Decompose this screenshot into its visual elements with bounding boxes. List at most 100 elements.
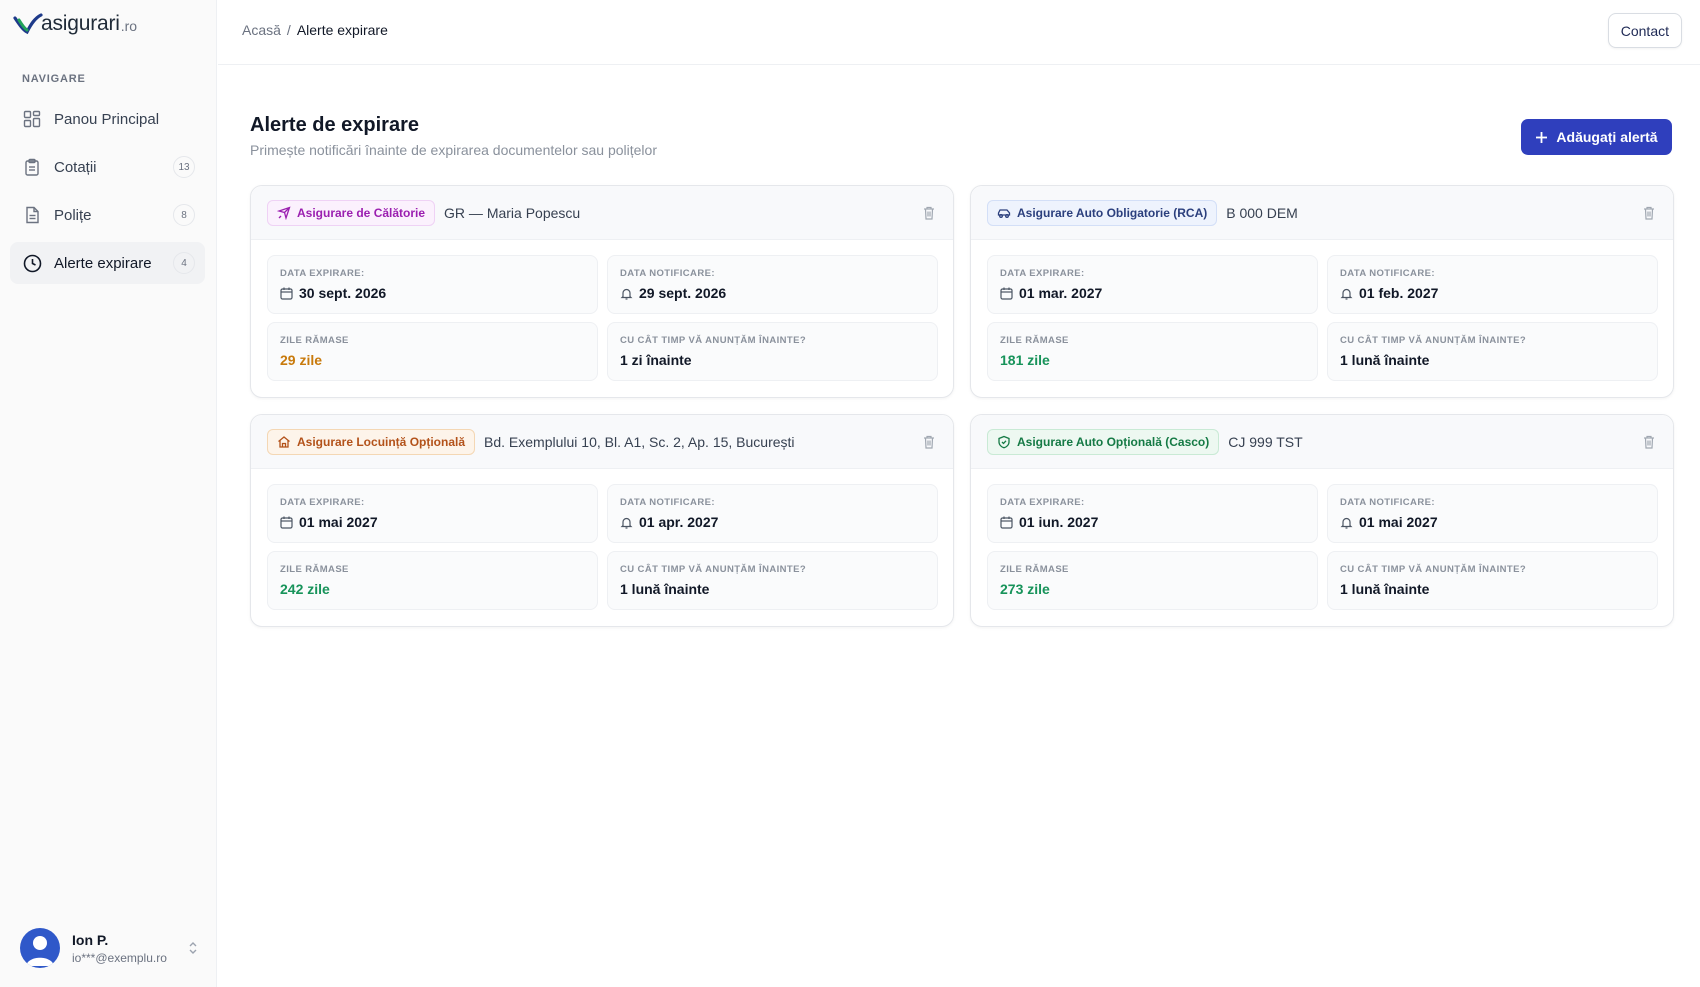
advance-notice-value: 1 lună înainte	[620, 581, 710, 597]
plus-icon	[1536, 131, 1548, 143]
insurance-type-label: Asigurare de Călătorie	[297, 205, 426, 220]
bell-icon	[620, 517, 633, 529]
user-menu[interactable]: Ion P. io***@exemplu.ro	[20, 928, 200, 968]
expiry-date-row: 01 iun. 2027	[1000, 514, 1305, 530]
logo[interactable]: asigurari .ro	[13, 10, 137, 38]
alert-details: DATA EXPIRARE: 01 mar. 2027 DATA NOTIFIC…	[971, 240, 1673, 396]
alert-subject: GR — Maria Popescu	[444, 204, 581, 221]
user-icon	[26, 936, 54, 966]
notify-date-value: 29 sept. 2026	[639, 285, 727, 301]
home-icon	[278, 435, 290, 448]
alert-card: Asigurare Auto Opțională (Casco) CJ 999 …	[970, 414, 1674, 627]
days-left-value: 181 zile	[1000, 352, 1050, 368]
expiry-date-label: DATA EXPIRARE:	[1000, 497, 1085, 508]
shield-icon	[998, 435, 1010, 448]
advance-notice-label: CU CÂT TIMP VĂ ANUNȚĂM ÎNAINTE?	[1340, 335, 1527, 346]
notify-date-row: 01 apr. 2027	[620, 514, 925, 530]
notify-date-cell: DATA NOTIFICARE: 01 apr. 2027	[607, 484, 938, 543]
days-left-label: ZILE RĂMASE	[280, 564, 349, 575]
expiry-date-value: 01 mar. 2027	[1019, 285, 1103, 301]
sidebar-item-label: Cotații	[54, 158, 97, 176]
insurance-type-label: Asigurare Auto Obligatorie (RCA)	[1017, 205, 1208, 220]
advance-notice-cell: CU CÂT TIMP VĂ ANUNȚĂM ÎNAINTE? 1 lună î…	[1327, 322, 1658, 381]
expiry-date-cell: DATA EXPIRARE: 01 mai 2027	[267, 484, 598, 543]
advance-notice-cell: CU CÂT TIMP VĂ ANUNȚĂM ÎNAINTE? 1 lună î…	[607, 551, 938, 610]
insurance-type-label: Asigurare Auto Opțională (Casco)	[1017, 434, 1210, 449]
days-left-cell: ZILE RĂMASE 273 zile	[987, 551, 1318, 610]
expiry-date-label: DATA EXPIRARE:	[1000, 268, 1085, 279]
insurance-type-tag: Asigurare Locuință Opțională	[267, 428, 476, 455]
advance-notice-cell: CU CÂT TIMP VĂ ANUNȚĂM ÎNAINTE? 1 zi îna…	[607, 322, 938, 381]
expiry-date-value: 01 mai 2027	[299, 514, 378, 530]
clipboard-icon	[22, 157, 42, 177]
notify-date-cell: DATA NOTIFICARE: 01 mai 2027	[1327, 484, 1658, 543]
count-badge: 13	[173, 156, 195, 178]
notify-date-value: 01 mai 2027	[1359, 514, 1438, 530]
add-alert-label: Adăugați alertă	[1556, 129, 1658, 145]
expiry-date-cell: DATA EXPIRARE: 01 mar. 2027	[987, 255, 1318, 314]
sidebar-item-alerte-expirare[interactable]: Alerte expirare 4	[10, 242, 205, 284]
car-icon	[997, 208, 1011, 218]
plane-icon	[277, 205, 291, 220]
user-email: io***@exemplu.ro	[72, 950, 167, 965]
notify-date-label: DATA NOTIFICARE:	[1340, 268, 1435, 279]
advance-notice-value: 1 lună înainte	[1340, 581, 1430, 597]
insurance-type-label: Asigurare Locuință Opțională	[297, 434, 466, 449]
calendar-icon	[1000, 516, 1013, 529]
sidebar-nav: Panou Principal Cotații 13 Polițe 8 Aler…	[10, 98, 205, 290]
notify-date-cell: DATA NOTIFICARE: 29 sept. 2026	[607, 255, 938, 314]
advance-notice-value: 1 zi înainte	[620, 352, 692, 368]
calendar-icon	[280, 516, 293, 529]
logo-name: asigurari	[41, 12, 120, 35]
advance-notice-label: CU CÂT TIMP VĂ ANUNȚĂM ÎNAINTE?	[620, 335, 807, 346]
days-left-cell: ZILE RĂMASE 242 zile	[267, 551, 598, 610]
days-left-cell: ZILE RĂMASE 29 zile	[267, 322, 598, 381]
alert-subject: B 000 DEM	[1226, 204, 1298, 221]
days-left-label: ZILE RĂMASE	[1000, 335, 1069, 346]
advance-notice-value: 1 lună înainte	[1340, 352, 1430, 368]
expiry-date-value: 01 iun. 2027	[1019, 514, 1099, 530]
trash-icon[interactable]	[1641, 205, 1657, 221]
days-left-cell: ZILE RĂMASE 181 zile	[987, 322, 1318, 381]
add-alert-button[interactable]: Adăugați alertă	[1521, 119, 1672, 155]
trash-icon[interactable]	[921, 205, 937, 221]
expiry-date-label: DATA EXPIRARE:	[280, 268, 365, 279]
alert-details: DATA EXPIRARE: 01 mai 2027 DATA NOTIFICA…	[251, 469, 953, 625]
notify-date-value: 01 feb. 2027	[1359, 285, 1439, 301]
alert-card: Asigurare Locuință Opțională Bd. Exemplu…	[250, 414, 954, 627]
notify-date-row: 29 sept. 2026	[620, 285, 925, 301]
alert-details: DATA EXPIRARE: 30 sept. 2026 DATA NOTIFI…	[251, 240, 953, 396]
alert-subject: Bd. Exemplului 10, Bl. A1, Sc. 2, Ap. 15…	[484, 433, 795, 450]
insurance-type-tag: Asigurare de Călătorie	[267, 199, 436, 226]
breadcrumb-current: Alerte expirare	[296, 22, 388, 38]
logo-tld: .ro	[120, 18, 138, 34]
advance-notice-cell: CU CÂT TIMP VĂ ANUNȚĂM ÎNAINTE? 1 lună î…	[1327, 551, 1658, 610]
insurance-type-tag: Asigurare Auto Opțională (Casco)	[987, 428, 1220, 455]
expiry-date-value: 30 sept. 2026	[299, 285, 387, 301]
days-left-label: ZILE RĂMASE	[280, 335, 349, 346]
alert-subject: CJ 999 TST	[1228, 433, 1303, 450]
notify-date-label: DATA NOTIFICARE:	[620, 497, 715, 508]
trash-icon[interactable]	[921, 434, 937, 450]
bell-icon	[1340, 288, 1353, 300]
sidebar-item-label: Panou Principal	[54, 110, 160, 128]
contact-button[interactable]: Contact	[1607, 13, 1682, 48]
days-left-value: 29 zile	[280, 352, 323, 368]
alert-card-header: Asigurare de Călătorie GR — Maria Popesc…	[251, 186, 953, 240]
user-name: Ion P.	[72, 931, 109, 948]
trash-icon[interactable]	[1641, 434, 1657, 450]
advance-notice-label: CU CÂT TIMP VĂ ANUNȚĂM ÎNAINTE?	[1340, 564, 1527, 575]
sidebar-item-panou-principal[interactable]: Panou Principal	[10, 98, 205, 140]
calendar-icon	[280, 287, 293, 300]
alert-card-header: Asigurare Locuință Opțională Bd. Exemplu…	[251, 415, 953, 469]
alert-card-header: Asigurare Auto Opțională (Casco) CJ 999 …	[971, 415, 1673, 469]
expiry-date-row: 30 sept. 2026	[280, 285, 585, 301]
sidebar: asigurari .ro NAVIGARE Panou Principal C…	[0, 0, 217, 987]
sidebar-item-polite[interactable]: Polițe 8	[10, 194, 205, 236]
sidebar-item-cotatii[interactable]: Cotații 13	[10, 146, 205, 188]
breadcrumb-home[interactable]: Acasă	[242, 22, 281, 38]
alert-card: Asigurare de Călătorie GR — Maria Popesc…	[250, 185, 954, 398]
notify-date-row: 01 mai 2027	[1340, 514, 1645, 530]
expiry-date-label: DATA EXPIRARE:	[280, 497, 365, 508]
page-subtitle: Primește notificări înainte de expirarea…	[250, 142, 657, 158]
